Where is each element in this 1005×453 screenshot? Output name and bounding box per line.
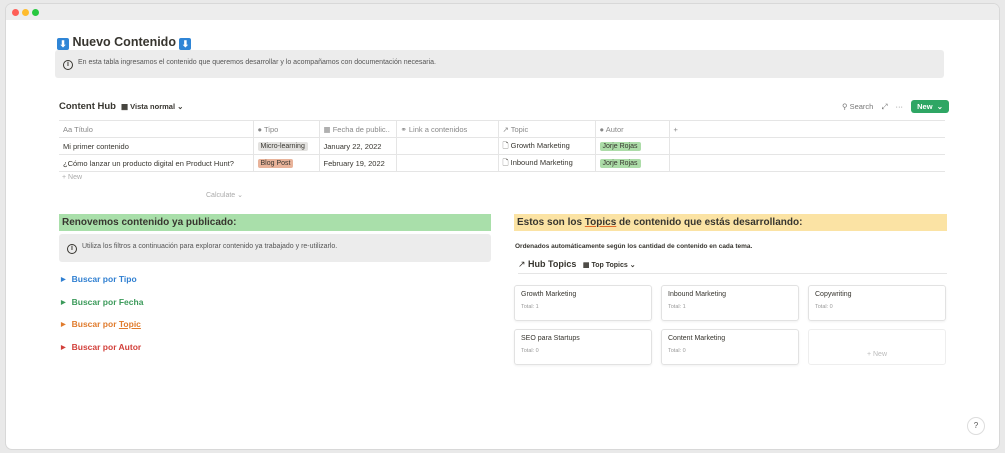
view-selector[interactable]: ▦ Vista normal ⌄ (121, 102, 183, 111)
cell-autor[interactable]: Jorje Rojas (595, 137, 670, 155)
cell-link[interactable] (396, 154, 499, 172)
page-title-text: Nuevo Contenido (72, 35, 176, 49)
empty-cell (669, 137, 945, 155)
autor-tag: Jorje Rojas (599, 142, 641, 151)
more-icon[interactable]: ··· (896, 102, 904, 111)
chevron-down-icon: ⌄ (175, 102, 184, 111)
cell-autor[interactable]: Jorje Rojas (595, 154, 670, 172)
database-toolbar: Content Hub ▦ Vista normal ⌄ ⚲ Search ⤢ … (59, 100, 949, 115)
page: ⬇ Nuevo Contenido ⬇ i En esta tabla ingre… (6, 20, 999, 449)
toggle-buscar-tipo[interactable]: ▶ Buscar por Tipo (61, 274, 137, 284)
new-button[interactable]: New ⌄ (911, 100, 949, 113)
toggle-buscar-topic[interactable]: ▶ Buscar por Topic (61, 319, 141, 329)
filters-callout: i Utiliza los filtros a continuación para… (59, 234, 491, 262)
toggle-buscar-autor[interactable]: ▶ Buscar por Autor (61, 342, 141, 352)
table-row[interactable]: ¿Cómo lanzar un producto digital en Prod… (59, 154, 945, 172)
intro-callout-text: En esta tabla ingresamos el contenido qu… (78, 59, 436, 66)
topics-subtitle: Ordenados automáticamente según los cant… (515, 243, 753, 250)
new-card-button[interactable]: + New (808, 329, 946, 365)
topic-card[interactable]: Growth Marketing Total: 1 (514, 285, 652, 321)
down-arrow-icon: ⬇ (179, 38, 192, 50)
cell-topic[interactable]: 🗋 Growth Marketing (498, 137, 596, 155)
info-icon: i (63, 60, 73, 70)
tipo-tag: Micro-learning (257, 142, 308, 151)
add-column-button[interactable]: + (669, 120, 945, 138)
help-button[interactable]: ? (967, 417, 985, 435)
cell-titulo[interactable]: Mi primer contenido (59, 137, 254, 155)
search-button[interactable]: ⚲ Search (842, 102, 873, 111)
table-view-icon: ▦ (121, 102, 131, 111)
page-icon: 🗋 (502, 157, 511, 167)
intro-callout: i En esta tabla ingresamos el contenido q… (55, 50, 944, 78)
cell-tipo[interactable]: Blog Post (253, 154, 320, 172)
topic-card[interactable]: Copywriting Total: 0 (808, 285, 946, 321)
column-header[interactable]: ● Autor (595, 120, 670, 138)
hub-topics-bar: ↗ Hub Topics ▦ Top Topics ⌄ (518, 259, 947, 274)
topic-card[interactable]: SEO para Startups Total: 0 (514, 329, 652, 365)
topic-link[interactable]: Topic (119, 319, 141, 329)
cell-tipo[interactable]: Micro-learning (253, 137, 320, 155)
hub-title[interactable]: Hub Topics (528, 259, 576, 269)
hub-view-selector[interactable]: ▦ Top Topics ⌄ (583, 262, 636, 269)
toggle-triangle-icon[interactable]: ▶ (61, 300, 66, 306)
down-arrow-icon: ⬇ (57, 38, 69, 50)
tipo-tag: Blog Post (257, 159, 294, 168)
content-table: Aa Título ● Tipo ▦ Fecha de public.. ⚭ L… (59, 120, 945, 172)
title-bar (6, 4, 999, 20)
page-title: ⬇ Nuevo Contenido ⬇ (57, 35, 192, 50)
search-icon: ⚲ (842, 102, 850, 111)
zoom-dot[interactable] (32, 9, 39, 16)
right-section-heading: Estos son los Topics de contenido que es… (514, 214, 947, 231)
toggle-triangle-icon[interactable]: ▶ (61, 277, 66, 283)
page-icon: 🗋 (502, 140, 511, 150)
topics-link[interactable]: Topics (585, 217, 616, 228)
app-window: ⬇ Nuevo Contenido ⬇ i En esta tabla ingre… (6, 4, 999, 449)
database-tools: ⚲ Search ⤢ ··· New ⌄ (842, 100, 949, 113)
database-title[interactable]: Content Hub (59, 101, 116, 112)
cell-topic[interactable]: 🗋 Inbound Marketing (498, 154, 596, 172)
autor-tag: Jorje Rojas (599, 159, 641, 168)
toggle-buscar-fecha[interactable]: ▶ Buscar por Fecha (61, 297, 143, 307)
cell-link[interactable] (396, 137, 499, 155)
topic-card[interactable]: Content Marketing Total: 0 (661, 329, 799, 365)
empty-cell (669, 154, 945, 172)
left-section-heading: Renovemos contenido ya publicado: (59, 214, 491, 231)
info-icon: i (67, 244, 77, 254)
column-header[interactable]: ⚭ Link a contenidos (396, 120, 499, 138)
add-row-button[interactable]: + New (62, 174, 82, 181)
topic-card[interactable]: Inbound Marketing Total: 1 (661, 285, 799, 321)
expand-icon[interactable]: ⤢ (881, 102, 887, 111)
table-header-row: Aa Título ● Tipo ▦ Fecha de public.. ⚭ L… (59, 120, 945, 138)
close-dot[interactable] (12, 9, 19, 16)
column-header[interactable]: ↗ Topic (498, 120, 596, 138)
column-header[interactable]: Aa Título (59, 120, 254, 138)
cell-fecha[interactable]: January 22, 2022 (319, 137, 397, 155)
filters-callout-text: Utiliza los filtros a continuación para … (82, 243, 338, 250)
cell-fecha[interactable]: February 19, 2022 (319, 154, 397, 172)
calculate-button[interactable]: Calculate ⌄ (206, 191, 243, 199)
column-header[interactable]: ● Tipo (253, 120, 320, 138)
arrow-link-icon: ↗ (518, 259, 529, 269)
cell-titulo[interactable]: ¿Cómo lanzar un producto digital en Prod… (59, 154, 254, 172)
toggle-triangle-icon[interactable]: ▶ (61, 345, 66, 351)
minimize-dot[interactable] (22, 9, 29, 16)
table-row[interactable]: Mi primer contenido Micro-learning Janua… (59, 137, 945, 155)
column-header[interactable]: ▦ Fecha de public.. (319, 120, 397, 138)
toggle-triangle-icon[interactable]: ▶ (61, 322, 66, 328)
